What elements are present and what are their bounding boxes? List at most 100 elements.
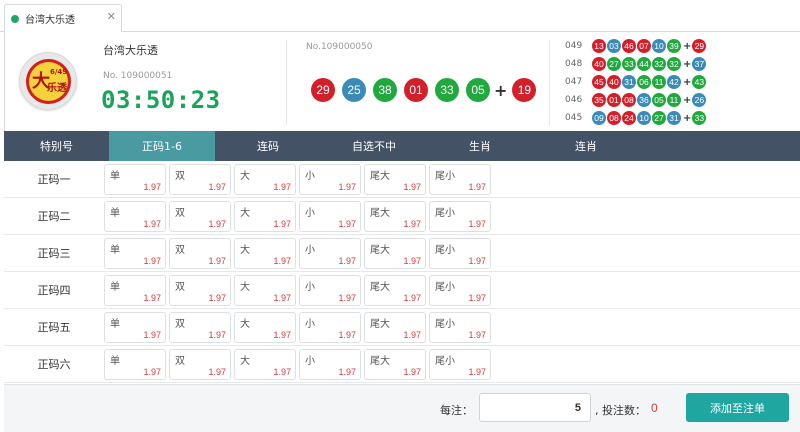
tab-bet-type[interactable]: 特别号 — [4, 131, 109, 161]
add-to-betslip-button[interactable]: 添加至注单 — [686, 393, 789, 422]
history-special-ball: 26 — [692, 93, 707, 107]
plus-sign: + — [683, 40, 692, 52]
bet-option[interactable]: 尾大 1.97 — [364, 200, 426, 232]
lottery-logo: 大 6/49 乐透 — [19, 52, 77, 110]
bet-option[interactable]: 双 1.97 — [169, 311, 231, 343]
bet-option-name: 大 — [240, 318, 250, 330]
tab-bet-type[interactable]: 连肖 — [533, 131, 639, 161]
bet-option[interactable]: 双 1.97 — [169, 163, 231, 195]
bet-option[interactable]: 尾大 1.97 — [364, 311, 426, 343]
bet-option[interactable]: 单 1.97 — [104, 311, 166, 343]
bet-option[interactable]: 尾小 1.97 — [429, 163, 491, 195]
bet-option-odds: 1.97 — [143, 292, 161, 303]
bet-option[interactable]: 尾小 1.97 — [429, 237, 491, 269]
bet-grid: 正码一单 1.97 双 1.97 大 1.97 小 1.97 尾大 1.97 尾小 1.97 正码二单 1… — [4, 161, 800, 383]
bet-count-value: 0 — [651, 401, 658, 415]
bet-option[interactable]: 大 1.97 — [234, 348, 296, 380]
history-row: 049 13 03 46 07 10 39 +29 — [565, 37, 707, 55]
bet-option[interactable]: 尾大 1.97 — [364, 163, 426, 195]
bet-option[interactable]: 小 1.97 — [299, 163, 361, 195]
close-icon[interactable]: ✕ — [107, 10, 116, 23]
bet-option-odds: 1.97 — [403, 292, 421, 303]
bet-option[interactable]: 单 1.97 — [104, 237, 166, 269]
bet-option[interactable]: 单 1.97 — [104, 348, 166, 380]
history-special-ball: 43 — [692, 75, 707, 89]
bet-option-odds: 1.97 — [338, 218, 356, 229]
bet-option[interactable]: 小 1.97 — [299, 200, 361, 232]
bet-option-name: 小 — [305, 318, 315, 330]
bet-option-odds: 1.97 — [273, 218, 291, 229]
bet-option[interactable]: 双 1.97 — [169, 348, 231, 380]
bet-option[interactable]: 双 1.97 — [169, 274, 231, 306]
bet-option-name: 大 — [240, 170, 250, 182]
bet-option-odds: 1.97 — [468, 329, 486, 340]
bet-count-label: , 投注数： — [595, 404, 646, 417]
history-ball: 46 — [622, 39, 636, 53]
bet-option[interactable]: 小 1.97 — [299, 237, 361, 269]
bet-option[interactable]: 双 1.97 — [169, 237, 231, 269]
bet-option-odds: 1.97 — [338, 292, 356, 303]
tab-label: 台湾大乐透 — [25, 15, 75, 26]
bet-option[interactable]: 大 1.97 — [234, 163, 296, 195]
bet-option[interactable]: 大 1.97 — [234, 311, 296, 343]
tab-bet-type[interactable]: 正码1-6 — [109, 131, 215, 161]
bet-row: 正码三 单 1.97 双 1.97 大 1.97 小 1.97 尾大 1.97 尾小 1.97 — [4, 235, 800, 272]
history-ball: 32 — [667, 57, 681, 71]
history-ball: 31 — [667, 111, 681, 125]
tab-strip: 台湾大乐透 ✕ — [0, 0, 800, 33]
bet-option-name: 尾小 — [435, 318, 455, 330]
bet-option[interactable]: 大 1.97 — [234, 274, 296, 306]
tab-lottery[interactable]: 台湾大乐透 ✕ — [4, 4, 122, 33]
bet-option[interactable]: 大 1.97 — [234, 200, 296, 232]
history-ball: 06 — [637, 75, 651, 89]
plus-sign: + — [494, 80, 508, 100]
bet-option[interactable]: 单 1.97 — [104, 200, 166, 232]
bet-option-odds: 1.97 — [273, 329, 291, 340]
bet-option-odds: 1.97 — [468, 218, 486, 229]
bet-option-odds: 1.97 — [208, 218, 226, 229]
bet-option[interactable]: 单 1.97 — [104, 274, 166, 306]
tab-bet-type[interactable]: 生肖 — [427, 131, 533, 161]
bet-option[interactable]: 双 1.97 — [169, 200, 231, 232]
bet-option-odds: 1.97 — [143, 218, 161, 229]
bet-option[interactable]: 尾大 1.97 — [364, 237, 426, 269]
history-ball: 27 — [607, 57, 621, 71]
history-ball: 40 — [607, 75, 621, 89]
bet-option-odds: 1.97 — [208, 366, 226, 377]
plus-sign: + — [683, 94, 692, 106]
bet-option[interactable]: 尾小 1.97 — [429, 274, 491, 306]
bet-option[interactable]: 尾大 1.97 — [364, 348, 426, 380]
bet-option[interactable]: 小 1.97 — [299, 348, 361, 380]
bet-option-odds: 1.97 — [403, 366, 421, 377]
bet-option-odds: 1.97 — [403, 181, 421, 192]
tab-bet-type[interactable]: 自选不中 — [321, 131, 427, 161]
bet-option[interactable]: 小 1.97 — [299, 274, 361, 306]
bet-option-name: 小 — [305, 355, 315, 367]
bet-option-name: 尾大 — [370, 281, 390, 293]
bet-row: 正码六 单 1.97 双 1.97 大 1.97 小 1.97 尾大 1.97 尾小 1.97 — [4, 346, 800, 383]
bet-amount-input[interactable] — [479, 393, 591, 422]
history-ball: 07 — [637, 39, 651, 53]
draw-ball: 01 — [404, 78, 428, 102]
divider — [286, 40, 287, 125]
bet-option[interactable]: 大 1.97 — [234, 237, 296, 269]
bet-option[interactable]: 尾小 1.97 — [429, 348, 491, 380]
bet-option[interactable]: 单 1.97 — [104, 163, 166, 195]
logo-small-text: 乐透 — [47, 83, 67, 94]
bet-option-name: 尾小 — [435, 170, 455, 182]
bet-row: 正码二 单 1.97 双 1.97 大 1.97 小 1.97 尾大 1.97 尾小 1.97 — [4, 198, 800, 235]
tab-bet-type[interactable]: 连码 — [215, 131, 321, 161]
bet-option[interactable]: 尾大 1.97 — [364, 274, 426, 306]
bet-row-label: 正码六 — [37, 358, 71, 371]
bet-option[interactable]: 小 1.97 — [299, 311, 361, 343]
history-ball: 10 — [652, 39, 666, 53]
bet-option[interactable]: 尾小 1.97 — [429, 311, 491, 343]
bet-option-odds: 1.97 — [468, 292, 486, 303]
draw-ball: 33 — [435, 78, 459, 102]
bet-option[interactable]: 尾小 1.97 — [429, 200, 491, 232]
bet-option-name: 大 — [240, 207, 250, 219]
logo-number-text: 6/49 — [50, 68, 68, 76]
bet-option-name: 单 — [110, 170, 120, 182]
bet-option-odds: 1.97 — [208, 255, 226, 266]
lottery-name: 台湾大乐透 — [103, 44, 158, 57]
